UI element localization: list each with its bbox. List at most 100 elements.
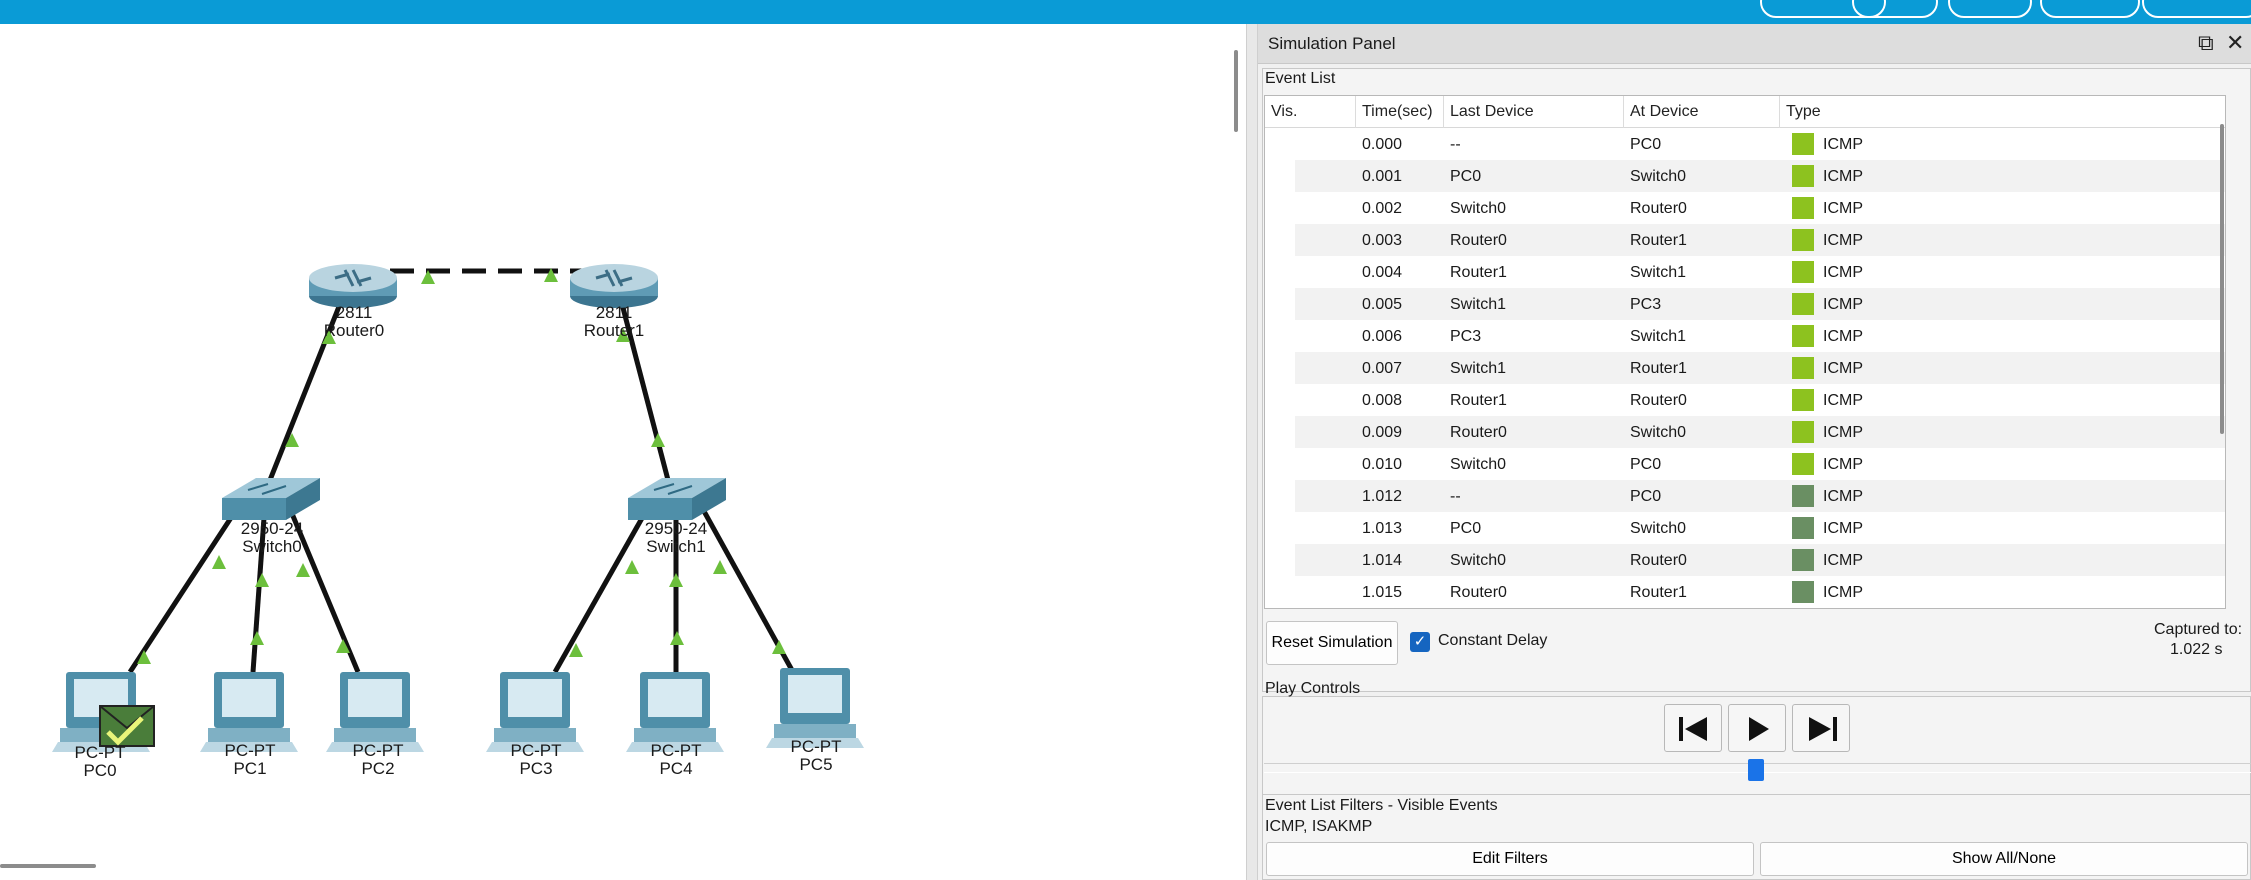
event-type: ICMP (1823, 200, 1863, 217)
pc1-label: PC-PT PC1 (224, 741, 276, 778)
switch1-label: 2950-24 Switch1 (644, 519, 708, 556)
table-row[interactable]: 0.003 Router0 Router1 ICMP (1295, 224, 2225, 256)
event-time: 1.013 (1362, 520, 1403, 537)
play-button[interactable] (1728, 704, 1786, 752)
event-type: ICMP (1823, 424, 1863, 441)
constant-delay-checkbox[interactable]: ✓ (1410, 632, 1430, 652)
event-time: 1.015 (1362, 584, 1403, 601)
event-at-device: Router1 (1630, 584, 1687, 601)
captured-label: Captured to: (2154, 621, 2243, 638)
event-at-device: Router0 (1630, 200, 1687, 217)
col-time[interactable]: Time(sec) (1362, 103, 1433, 121)
event-last-device: Router0 (1450, 424, 1507, 441)
table-row[interactable]: 1.015 Router0 Router1 ICMP (1295, 576, 2225, 608)
event-at-device: Switch0 (1630, 520, 1687, 537)
pc3-label: PC-PT PC3 (510, 741, 562, 778)
playback-slider-thumb[interactable] (1748, 759, 1764, 781)
table-row[interactable]: 0.006 PC3 Switch1 ICMP (1295, 320, 2225, 352)
col-at-device[interactable]: At Device (1630, 103, 1698, 121)
event-color-swatch (1792, 549, 1814, 571)
event-list-table[interactable]: Vis. Time(sec) Last Device At Device Typ… (1264, 95, 2226, 609)
event-type: ICMP (1823, 488, 1863, 505)
col-type[interactable]: Type (1786, 103, 1821, 121)
event-color-swatch (1792, 389, 1814, 411)
event-time: 0.006 (1362, 328, 1403, 345)
event-time: 0.000 (1362, 136, 1403, 153)
workspace-vertical-scrollbar[interactable] (1224, 24, 1246, 880)
table-row[interactable]: 1.014 Switch0 Router0 ICMP (1295, 544, 2225, 576)
event-at-device: PC0 (1630, 488, 1662, 505)
show-all-none-button[interactable]: Show All/None (1760, 842, 2248, 876)
event-filters-value: ICMP, ISAKMP (1265, 818, 1373, 835)
table-row[interactable]: 0.009 Router0 Switch0 ICMP (1295, 416, 2225, 448)
router1-icon (570, 264, 658, 308)
event-color-swatch (1792, 197, 1814, 219)
switch0-label: 2950-24 Switch0 (240, 519, 304, 556)
skip-forward-button[interactable] (1792, 704, 1850, 752)
event-last-device: Router1 (1450, 392, 1507, 409)
event-last-device: -- (1450, 136, 1461, 153)
event-type: ICMP (1823, 168, 1863, 185)
event-time: 0.003 (1362, 232, 1403, 249)
event-type: ICMP (1823, 360, 1863, 377)
reset-simulation-button[interactable]: Reset Simulation (1266, 621, 1398, 665)
event-color-swatch (1792, 133, 1814, 155)
router0-label: 2811 Router0 (323, 303, 385, 340)
event-at-device: Router1 (1630, 232, 1687, 249)
table-row[interactable]: 1.012 -- PC0 ICMP (1295, 480, 2225, 512)
table-row[interactable]: 0.004 Router1 Switch1 ICMP (1295, 256, 2225, 288)
event-type: ICMP (1823, 328, 1863, 345)
workspace-vertical-scroll-thumb[interactable] (1234, 50, 1238, 132)
event-last-device: Switch0 (1450, 552, 1507, 569)
event-color-swatch (1792, 293, 1814, 315)
logical-workspace[interactable]: 2811 Router0 2811 Router1 2950-24 Switch… (0, 24, 1224, 880)
simulation-panel: Simulation Panel ⧉ ✕ Event List Vis. Tim… (1258, 24, 2251, 880)
switch1-icon (628, 478, 726, 520)
event-type: ICMP (1823, 520, 1863, 537)
col-last-device[interactable]: Last Device (1450, 103, 1534, 121)
event-type: ICMP (1823, 136, 1863, 153)
event-last-device: PC0 (1450, 520, 1482, 537)
event-last-device: Switch0 (1450, 456, 1507, 473)
pc2-icon (326, 672, 424, 752)
close-icon[interactable]: ✕ (2226, 30, 2244, 56)
col-vis[interactable]: Vis. (1271, 103, 1297, 121)
event-list-scrollbar[interactable] (2217, 98, 2225, 608)
workspace-horizontal-scroll-thumb[interactable] (0, 864, 96, 868)
event-time: 0.001 (1362, 168, 1403, 185)
event-at-device: Switch0 (1630, 168, 1687, 185)
toolbar-pill-button[interactable] (1852, 0, 1938, 18)
restore-window-icon[interactable]: ⧉ (2198, 30, 2214, 56)
event-color-swatch (1792, 453, 1814, 475)
toolbar-pill-button[interactable] (1948, 0, 2032, 18)
play-icon (1749, 717, 1769, 741)
skip-back-button[interactable] (1664, 704, 1722, 752)
toolbar-pill-button[interactable] (2142, 0, 2251, 18)
table-row[interactable]: 0.002 Switch0 Router0 ICMP (1295, 192, 2225, 224)
table-row[interactable]: 0.001 PC0 Switch0 ICMP (1295, 160, 2225, 192)
event-color-swatch (1792, 357, 1814, 379)
table-row[interactable]: 0.008 Router1 Router0 ICMP (1295, 384, 2225, 416)
event-last-device: -- (1450, 488, 1461, 505)
event-last-device: Switch1 (1450, 360, 1507, 377)
event-time: 0.007 (1362, 360, 1403, 377)
table-row[interactable]: 0.000 -- PC0 ICMP (1295, 128, 2225, 160)
event-type: ICMP (1823, 232, 1863, 249)
panel-title: Simulation Panel (1268, 34, 1396, 53)
router0-icon (309, 264, 397, 308)
table-row[interactable]: 0.007 Switch1 Router1 ICMP (1295, 352, 2225, 384)
event-last-device: Router0 (1450, 232, 1507, 249)
event-time: 1.014 (1362, 552, 1403, 569)
play-controls-label: Play Controls (1265, 680, 1361, 697)
switch0-icon (222, 478, 320, 520)
event-color-swatch (1792, 485, 1814, 507)
table-row[interactable]: 0.010 Switch0 PC0 ICMP (1295, 448, 2225, 480)
toolbar-pill-button[interactable] (2040, 0, 2140, 18)
event-last-device: PC3 (1450, 328, 1482, 345)
table-row[interactable]: 0.005 Switch1 PC3 ICMP (1295, 288, 2225, 320)
event-color-swatch (1792, 581, 1814, 603)
panel-splitter[interactable] (1246, 24, 1258, 880)
edit-filters-button[interactable]: Edit Filters (1266, 842, 1754, 876)
table-row[interactable]: 1.013 PC0 Switch0 ICMP (1295, 512, 2225, 544)
event-last-device: Switch1 (1450, 296, 1507, 313)
